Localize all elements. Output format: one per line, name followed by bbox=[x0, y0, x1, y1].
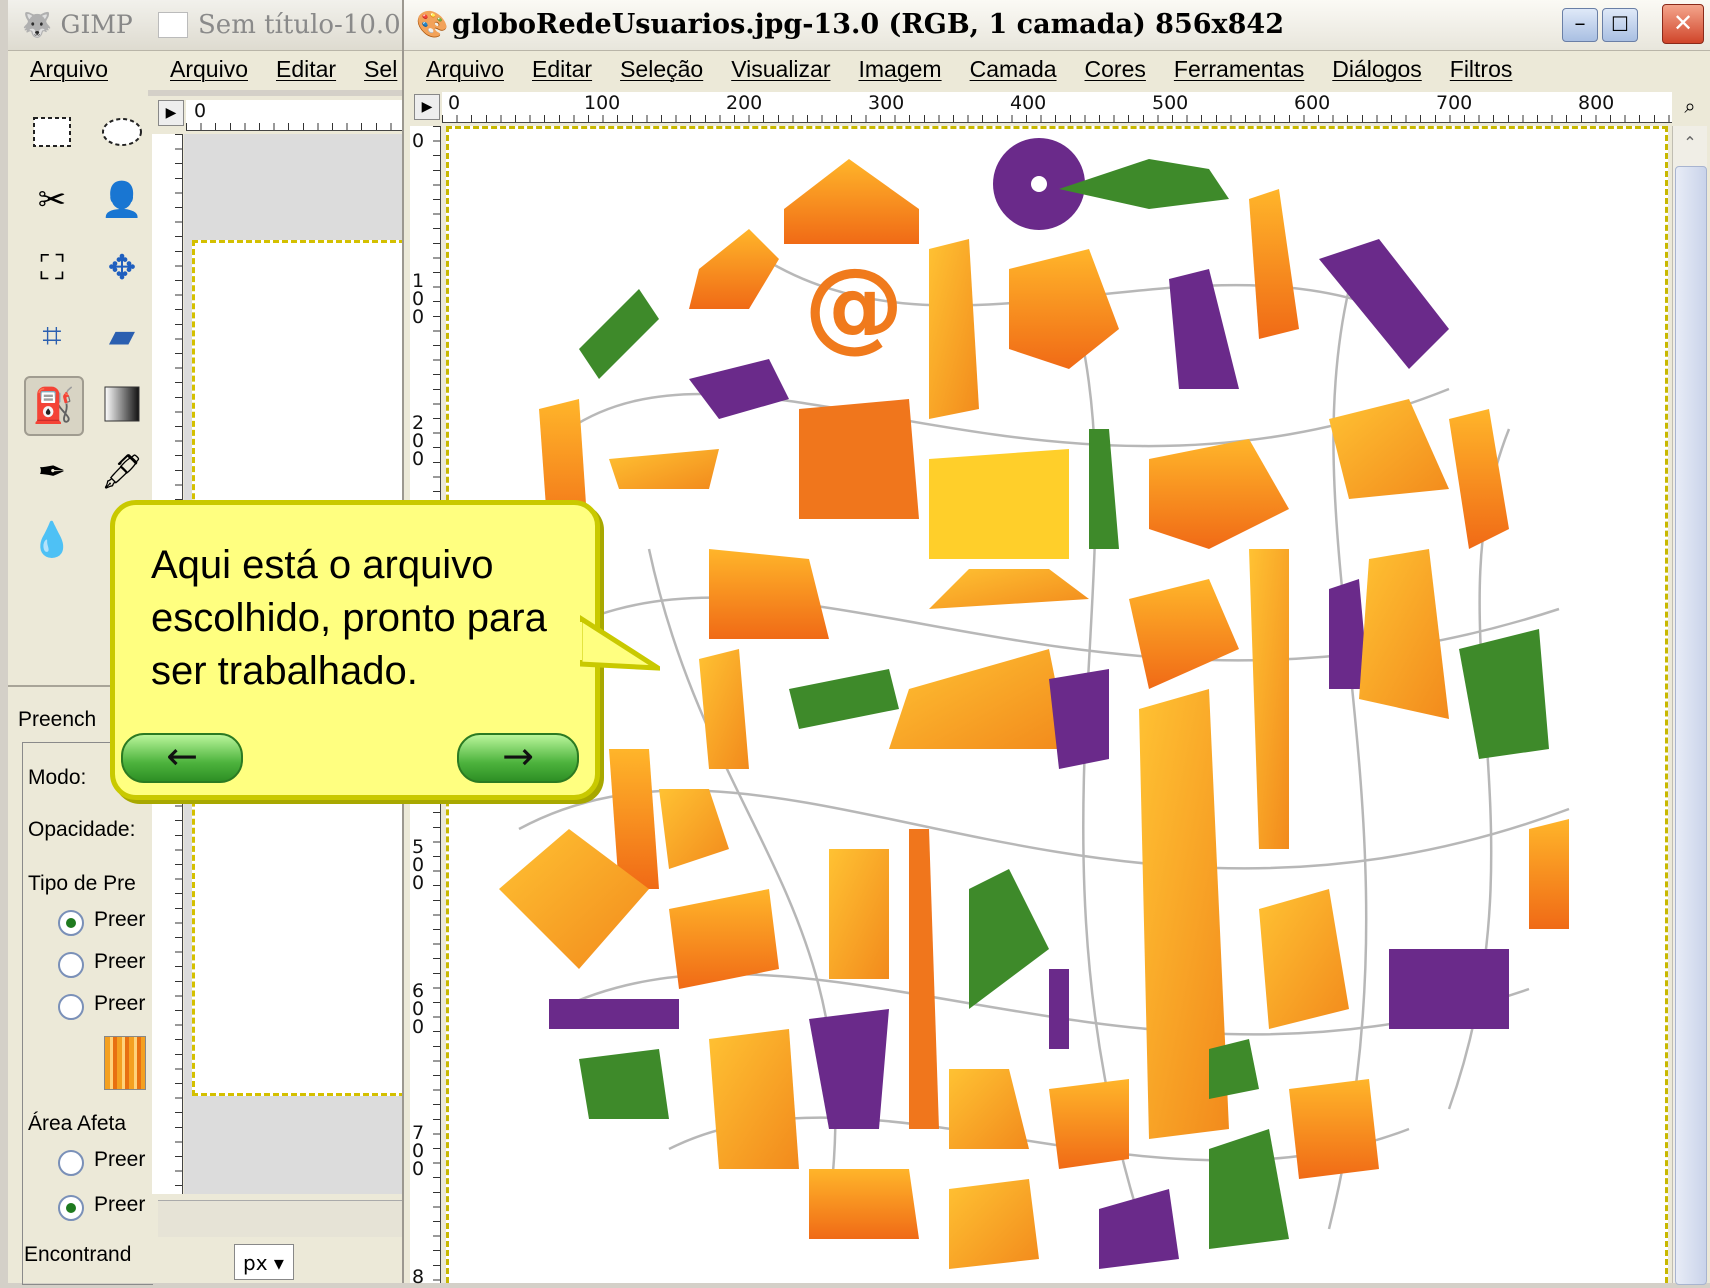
blank-ruler-horizontal bbox=[186, 100, 402, 131]
blank-menu-editar[interactable]: Editar bbox=[276, 52, 336, 86]
ruler-h-0: 0 bbox=[448, 92, 461, 114]
scissors-select-icon[interactable]: ✂ bbox=[24, 172, 80, 228]
ruler-v-200: 200 bbox=[412, 412, 425, 470]
bucket-fill-icon[interactable]: ⛽ bbox=[24, 376, 84, 436]
scroll-thumb[interactable] bbox=[1675, 166, 1707, 1285]
nav-arrow-main-icon[interactable]: ▶ bbox=[414, 94, 440, 120]
blank-menu-arquivo[interactable]: Arquivo bbox=[170, 52, 248, 86]
blank-window-menubar: Arquivo Editar Sel bbox=[148, 52, 402, 86]
menu-arquivo-main[interactable]: Arquivo bbox=[426, 52, 504, 86]
menu-arquivo[interactable]: Arquivo bbox=[30, 52, 108, 86]
ruler-h-300: 300 bbox=[868, 92, 905, 114]
ruler-h-800: 800 bbox=[1578, 92, 1615, 114]
main-window-titlebar: 🎨 globoRedeUsuarios.jpg-13.0 (RGB, 1 cam… bbox=[404, 0, 1710, 51]
minimize-button[interactable]: – bbox=[1562, 8, 1598, 42]
menu-filtros[interactable]: Filtros bbox=[1450, 52, 1513, 86]
close-button[interactable]: ✕ bbox=[1662, 4, 1704, 44]
main-window-title: globoRedeUsuarios.jpg-13.0 (RGB, 1 camad… bbox=[452, 9, 1285, 40]
finding-label: Encontrand bbox=[24, 1243, 132, 1266]
tutorial-callout: Aqui está o arquivo escolhido, pronto pa… bbox=[110, 500, 600, 800]
menu-camada[interactable]: Camada bbox=[970, 52, 1057, 86]
ruler-v-600: 600 bbox=[412, 980, 425, 1038]
next-button[interactable]: → bbox=[457, 733, 579, 783]
blank-window-titlebar: Sem título-10.0 bbox=[148, 0, 402, 51]
blank-ruler-zero: 0 bbox=[194, 100, 207, 122]
ruler-h-700: 700 bbox=[1436, 92, 1473, 114]
pencil-icon[interactable]: ✒ bbox=[24, 444, 80, 500]
image-file-icon: 🎨 bbox=[416, 10, 449, 40]
blank-menu-selecao[interactable]: Sel bbox=[364, 52, 397, 86]
menu-editar[interactable]: Editar bbox=[532, 52, 592, 86]
move-icon[interactable]: ✥ bbox=[94, 240, 150, 296]
blur-icon[interactable]: 💧 bbox=[24, 512, 80, 568]
pattern-swatch[interactable] bbox=[104, 1036, 146, 1090]
ruler-h-400: 400 bbox=[1010, 92, 1047, 114]
foreground-select-icon[interactable]: 👤 bbox=[94, 172, 150, 228]
callout-text: Aqui está o arquivo escolhido, pronto pa… bbox=[151, 543, 547, 693]
affected-area-label: Área Afeta bbox=[28, 1112, 127, 1135]
ruler-v-100: 100 bbox=[412, 270, 425, 328]
fill-type-option-2: Preer bbox=[94, 950, 146, 973]
scroll-up-icon[interactable]: ⌃ bbox=[1675, 128, 1705, 158]
mode-label: Modo: bbox=[28, 766, 87, 789]
gimp-logo-icon: 🐺 bbox=[22, 11, 52, 39]
tool-options-title: Preench bbox=[18, 708, 97, 731]
area-radio-1[interactable] bbox=[58, 1150, 84, 1176]
blank-separator bbox=[148, 90, 402, 96]
ruler-v-500: 500 bbox=[412, 836, 425, 894]
image-thumb-icon bbox=[158, 12, 188, 38]
globe-image: @ bbox=[499, 138, 1570, 1269]
fill-type-label: Tipo de Pre bbox=[28, 872, 136, 895]
ruler-h-600: 600 bbox=[1294, 92, 1331, 114]
blank-scrollbar[interactable] bbox=[158, 1200, 402, 1237]
blend-icon[interactable] bbox=[94, 376, 150, 432]
fill-type-option-1: Preer bbox=[94, 908, 146, 931]
main-window-menubar: Arquivo Editar Seleção Visualizar Imagem Cama… bbox=[404, 52, 1710, 86]
ellipse-select-icon[interactable] bbox=[94, 104, 150, 160]
fill-type-radio-3[interactable] bbox=[58, 994, 84, 1020]
blank-window-title: Sem título-10.0 bbox=[198, 10, 401, 40]
area-option-2: Preer bbox=[94, 1193, 146, 1216]
zoom-icon[interactable]: ⌕ bbox=[1676, 94, 1704, 120]
menu-imagem[interactable]: Imagem bbox=[859, 52, 942, 86]
ruler-h-200: 200 bbox=[726, 92, 763, 114]
fill-type-radio-1[interactable] bbox=[58, 910, 84, 936]
nav-arrow-icon[interactable]: ▶ bbox=[158, 100, 184, 126]
ruler-v-800: 8 bbox=[412, 1266, 425, 1288]
unit-value: px bbox=[243, 1251, 268, 1275]
opacity-label: Opacidade: bbox=[28, 818, 136, 841]
toolbox-menubar: Arquivo bbox=[8, 52, 154, 86]
svg-text:@: @ bbox=[804, 246, 904, 363]
toolbox-titlebar: 🐺 GIMP bbox=[8, 0, 154, 51]
ruler-h-100: 100 bbox=[584, 92, 621, 114]
area-radio-2[interactable] bbox=[58, 1195, 84, 1221]
vertical-scrollbar[interactable]: ⌃ bbox=[1672, 126, 1707, 1285]
ink-icon[interactable]: 🖋 bbox=[94, 444, 150, 500]
maximize-button[interactable]: ☐ bbox=[1602, 8, 1638, 42]
ruler-v-0: 0 bbox=[412, 130, 425, 152]
callout-pointer bbox=[580, 615, 660, 671]
crop-icon[interactable]: ⌗ bbox=[24, 308, 80, 364]
prev-button[interactable]: ← bbox=[121, 733, 243, 783]
menu-selecao[interactable]: Seleção bbox=[620, 52, 703, 86]
toolbox-title: GIMP bbox=[60, 10, 133, 39]
ruler-v-700: 700 bbox=[412, 1122, 425, 1180]
menu-visualizar[interactable]: Visualizar bbox=[731, 52, 830, 86]
rect-select-icon[interactable] bbox=[24, 104, 80, 160]
menu-dialogos[interactable]: Diálogos bbox=[1332, 52, 1422, 86]
perspective-icon[interactable]: ▰ bbox=[94, 308, 150, 364]
area-option-1: Preer bbox=[94, 1148, 146, 1171]
menu-ferramentas[interactable]: Ferramentas bbox=[1174, 52, 1304, 86]
menu-cores[interactable]: Cores bbox=[1085, 52, 1146, 86]
ruler-h-500: 500 bbox=[1152, 92, 1189, 114]
fill-type-radio-2[interactable] bbox=[58, 952, 84, 978]
paths-icon[interactable]: ⛶ bbox=[24, 240, 80, 296]
fill-type-option-3: Preer bbox=[94, 992, 146, 1015]
main-ruler-horizontal: 0 100 200 300 400 500 600 700 800 bbox=[442, 92, 1672, 123]
unit-select[interactable]: px ▾ bbox=[234, 1244, 294, 1280]
image-canvas[interactable]: @ bbox=[446, 126, 1668, 1283]
